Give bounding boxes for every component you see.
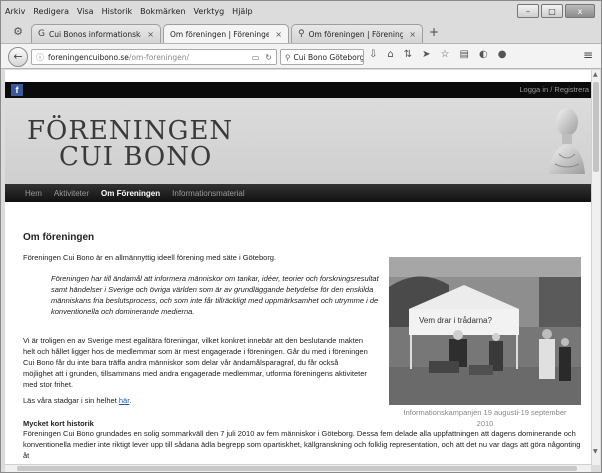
page-viewport: f Logga in / Registrera FÖRENINGEN CUI B… <box>5 70 591 465</box>
minimize-button[interactable]: – <box>517 4 539 18</box>
tab-om-foreningen-active[interactable]: Om föreningen | Föreningen C... × <box>163 24 289 43</box>
scroll-up-icon[interactable]: ▲ <box>593 71 598 78</box>
statutes-text: Läs våra stadgar i sin helhet <box>23 396 119 405</box>
cicero-bust-image <box>549 108 585 174</box>
arrow-left-icon: ← <box>13 50 23 63</box>
campaign-photo: Vem drar i trådarna? <box>389 257 581 405</box>
purpose-quote: Föreningen har till ändamål att informer… <box>51 274 379 316</box>
tab-cui-bonos-informationskampanj[interactable]: G Cui Bonos informationska... × <box>31 24 161 43</box>
nav-aktiviteter[interactable]: Aktiviteter <box>54 189 89 198</box>
photo-sign-text: Vem drar i trådarna? <box>419 316 492 325</box>
reader-view-icon[interactable]: ▭ <box>252 53 260 62</box>
url-domain: foreningencuibono.se <box>48 52 129 62</box>
vertical-scrollbar[interactable]: ▲ ▼ <box>591 70 600 465</box>
close-tab-icon[interactable]: × <box>275 30 282 39</box>
vertical-scroll-thumb[interactable] <box>593 82 599 172</box>
clipboard-icon[interactable]: ▤ <box>460 49 469 60</box>
site-logo-line2[interactable]: CUI BONO <box>59 142 212 172</box>
url-path: /om-foreningen/ <box>128 52 190 62</box>
facebook-icon[interactable]: f <box>11 84 23 96</box>
home-icon[interactable]: ⌂ <box>387 49 393 60</box>
menu-bokmarken[interactable]: Bokmärken <box>140 7 185 16</box>
bookmark-star-icon[interactable]: ☆ <box>441 49 450 60</box>
window-controls: – □ x <box>517 4 595 18</box>
tab-label: Om föreningen | Föreningen C... <box>308 29 404 39</box>
search-value: Cui Bono Göteborg <box>293 52 364 62</box>
reload-icon[interactable]: ↻ <box>265 53 272 62</box>
intro-paragraph: Föreningen Cui Bono är en allmännyttig i… <box>23 253 277 262</box>
tab-om-foreningen[interactable]: ⚲ Om föreningen | Föreningen C... × <box>291 24 423 43</box>
menu-bar: Arkiv Redigera Visa Historik Bokmärken V… <box>5 3 253 19</box>
hamburger-menu-icon[interactable]: ≡ <box>583 48 593 62</box>
site-navigation: Hem Aktiviteter Om Föreningen Informatio… <box>5 184 591 202</box>
photo-caption: Informationskampanjen 19 augusti-19 sept… <box>403 408 567 428</box>
menu-arkiv[interactable]: Arkiv <box>5 7 25 16</box>
body-paragraph: Vi är troligen en av Sverige mest egalit… <box>23 336 368 389</box>
addon-icon[interactable]: ● <box>498 49 507 60</box>
download-icon[interactable]: ⇩ <box>369 49 377 60</box>
tab-strip: ⚙ G Cui Bonos informationska... × Om för… <box>1 21 601 43</box>
tab-label: Om föreningen | Föreningen C... <box>170 29 269 39</box>
g-icon: G <box>38 29 45 39</box>
maximize-button[interactable]: □ <box>541 4 563 18</box>
campaign-photo-drawing: Vem drar i trådarna? <box>389 257 581 405</box>
menu-visa[interactable]: Visa <box>77 7 94 16</box>
menu-verktyg[interactable]: Verktyg <box>194 7 225 16</box>
nav-hem[interactable]: Hem <box>25 189 42 198</box>
horizontal-scroll-thumb[interactable] <box>17 466 577 471</box>
close-tab-icon[interactable]: × <box>147 30 154 39</box>
statutes-suffix: . <box>129 396 132 405</box>
shield-icon[interactable]: ◐ <box>479 49 488 60</box>
navigation-bar: ← ⓘ foreningencuibono.se/om-foreningen/ … <box>1 43 601 69</box>
close-window-button[interactable]: x <box>565 4 595 18</box>
menu-redigera[interactable]: Redigera <box>33 7 69 16</box>
statutes-link[interactable]: här <box>119 396 129 405</box>
scroll-down-icon[interactable]: ▼ <box>593 448 598 455</box>
menu-hjalp[interactable]: Hjälp <box>232 7 252 16</box>
send-icon[interactable]: ➤ <box>422 49 430 60</box>
history-paragraph: Föreningen Cui Bono grundades en solig s… <box>23 429 581 460</box>
browser-window: Arkiv Redigera Visa Historik Bokmärken V… <box>0 0 602 473</box>
nav-om-foreningen[interactable]: Om Föreningen <box>101 189 160 198</box>
login-register-link[interactable]: Logga in / Registrera <box>519 85 589 94</box>
site-top-bar: f Logga in / Registrera <box>5 82 591 98</box>
tab-label: Cui Bonos informationska... <box>48 29 141 39</box>
info-icon[interactable]: ⓘ <box>36 52 44 63</box>
history-heading: Mycket kort historik <box>23 419 94 428</box>
new-tab-button[interactable]: + <box>429 25 439 39</box>
search-icon: ⚲ <box>298 29 305 39</box>
close-tab-icon[interactable]: × <box>409 30 416 39</box>
menu-historik[interactable]: Historik <box>102 7 133 16</box>
search-bar[interactable]: ⚲ Cui Bono Göteborg → <box>280 49 364 65</box>
site-header: FÖRENINGEN CUI BONO <box>5 98 591 184</box>
page-title: Om föreningen <box>23 232 95 243</box>
horizontal-scrollbar[interactable] <box>5 464 591 472</box>
firefox-icon: ⚙ <box>13 25 23 38</box>
search-icon: ⚲ <box>285 52 291 62</box>
statutes-paragraph: Läs våra stadgar i sin helhet här. <box>23 395 131 406</box>
sync-icon[interactable]: ⇅ <box>404 49 412 60</box>
nav-informationsmaterial[interactable]: Informationsmaterial <box>172 189 244 198</box>
url-bar[interactable]: ⓘ foreningencuibono.se/om-foreningen/ ▭ … <box>31 49 277 65</box>
back-button[interactable]: ← <box>8 47 28 67</box>
toolbar-icons: ⇩ ⌂ ⇅ ➤ ☆ ▤ ◐ ● <box>369 49 506 60</box>
